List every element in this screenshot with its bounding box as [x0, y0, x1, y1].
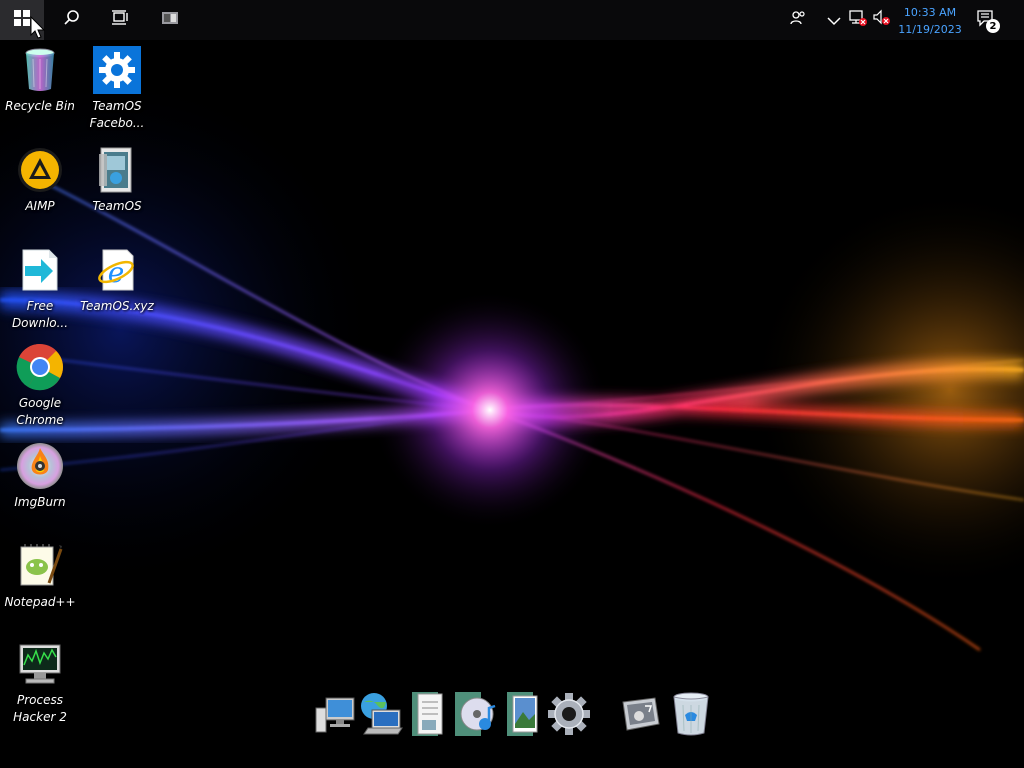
volume-muted-icon: [872, 9, 892, 31]
control-panel-icon: [619, 692, 663, 740]
label-line-1: Google: [18, 396, 62, 410]
chevron-down-icon: [827, 11, 841, 30]
desktop-icon-label: Recycle Bin: [5, 99, 75, 113]
label-line-2: Facebo...: [89, 116, 145, 130]
cursor-arrow-icon: [30, 15, 46, 44]
settings-gear-icon: [547, 692, 591, 740]
show-hidden-icons-button[interactable]: [824, 10, 844, 30]
desktop-icon-aimp[interactable]: AIMP: [0, 146, 80, 215]
desktop-icon-label: TeamOS.xyz: [80, 299, 154, 313]
taskbar-clock[interactable]: 10:33 AM 11/19/2023: [896, 4, 964, 38]
desktop-icon-notepad-plus-plus[interactable]: Notepad++: [0, 542, 80, 611]
computer-icon: [314, 694, 356, 738]
chrome-icon: [16, 343, 64, 391]
documents-icon: [410, 690, 444, 742]
label-line-1: TeamOS: [92, 99, 142, 113]
music-icon: [453, 690, 497, 742]
notification-count-badge: 2: [986, 19, 1000, 33]
search-button[interactable]: [52, 0, 92, 40]
process-hacker-icon: [16, 640, 64, 688]
label-line-1: Free: [26, 299, 54, 313]
dock-item-recycle-bin[interactable]: [668, 690, 714, 742]
notepad-plus-plus-icon: [16, 542, 64, 590]
people-button[interactable]: [788, 10, 808, 30]
label-line-2: Chrome: [16, 413, 64, 427]
task-view-button[interactable]: [100, 0, 140, 40]
recycle-bin-icon: [671, 691, 711, 741]
windows-start-icon: [14, 10, 30, 30]
desktop-icon-teamos[interactable]: TeamOS: [77, 146, 157, 215]
dock-item-pictures[interactable]: [500, 690, 546, 742]
label-line-1: Process: [17, 693, 63, 707]
dock-item-settings[interactable]: [546, 690, 592, 742]
download-manager-icon: [16, 246, 64, 294]
dock-item-computer[interactable]: [312, 690, 358, 742]
desktop-icon-label: ImgBurn: [14, 495, 66, 509]
desktop-icon-recycle-bin[interactable]: Recycle Bin: [0, 46, 80, 115]
label-line-2: Downlo...: [11, 316, 69, 330]
network-button[interactable]: [848, 10, 868, 30]
app-icon: [160, 10, 180, 30]
dock-item-documents[interactable]: [404, 690, 450, 742]
internet-explorer-icon: e: [93, 246, 141, 294]
volume-button[interactable]: [872, 9, 892, 31]
desktop-icon-process-hacker[interactable]: Process Hacker 2: [0, 640, 80, 726]
dock-item-music[interactable]: [452, 690, 498, 742]
label-line-2: Hacker 2: [13, 710, 67, 724]
desktop-icon-imgburn[interactable]: ImgBurn: [0, 442, 80, 511]
desktop-icon-label: Process Hacker 2: [0, 692, 80, 726]
taskbar: 10:33 AM 11/19/2023 2: [0, 0, 1024, 40]
desktop-icon-google-chrome[interactable]: Google Chrome: [0, 343, 80, 429]
desktop-icon-label: TeamOS Facebo...: [77, 98, 157, 132]
mouse-cursor: [30, 15, 46, 44]
desktop-icon-label: Google Chrome: [0, 395, 80, 429]
desktop-icon-free-download-manager[interactable]: Free Downlo...: [0, 246, 80, 332]
desktop-icon-label: Notepad++: [4, 595, 76, 609]
clock-date: 11/19/2023: [898, 23, 962, 36]
people-icon: [789, 10, 807, 30]
desktop-icon-teamos-xyz[interactable]: e TeamOS.xyz: [77, 246, 157, 315]
aimp-icon: [16, 146, 64, 194]
recycle-bin-icon: [16, 46, 64, 94]
desktop-icon-label: AIMP: [25, 199, 55, 213]
desktop-icon-label: Free Downlo...: [0, 298, 80, 332]
dock-item-control-panel[interactable]: [618, 690, 664, 742]
teamos-folder-icon: [93, 146, 141, 194]
pinned-app-button[interactable]: [150, 0, 190, 40]
network-icon: [358, 692, 404, 740]
dock-item-network[interactable]: [358, 690, 404, 742]
imgburn-disc-icon: [16, 442, 64, 490]
clock-time: 10:33 AM: [903, 6, 957, 19]
pictures-icon: [505, 690, 541, 742]
desktop-icon-teamos-facebook[interactable]: TeamOS Facebo...: [77, 46, 157, 132]
task-view-icon: [111, 10, 129, 30]
network-disconnected-icon: [848, 9, 868, 31]
desktop-icon-label: TeamOS: [92, 199, 142, 213]
svg-text:e: e: [108, 256, 125, 289]
search-icon: [63, 9, 81, 31]
settings-gear-icon: [93, 46, 141, 94]
